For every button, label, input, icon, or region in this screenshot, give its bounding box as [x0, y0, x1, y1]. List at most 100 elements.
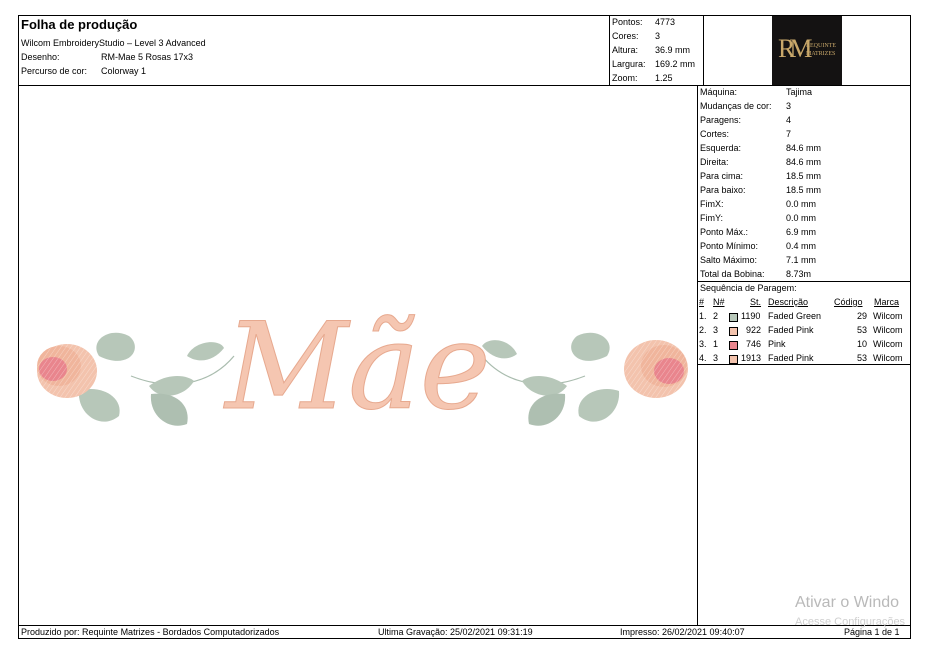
- detail-label: Mudanças de cor:: [700, 101, 772, 111]
- row-brand: Wilcom: [873, 325, 903, 335]
- design-value: RM-Mae 5 Rosas 17x3: [101, 52, 194, 62]
- detail-label: Para cima:: [700, 171, 744, 181]
- row-description: Pink: [768, 339, 786, 349]
- detail-value: 0.0 mm: [786, 199, 817, 209]
- summary-label: Altura:: [612, 45, 639, 55]
- last-saved: Ultima Gravação: 25/02/2021 09:31:19: [378, 627, 533, 637]
- logo-monogram: RM: [778, 34, 813, 63]
- row-code: 53: [857, 325, 868, 335]
- activation-watermark: Ativar o Windo: [795, 594, 900, 611]
- detail-value: 3: [786, 101, 792, 111]
- sequence-row: 1. 2 1190 Faded Green 29 Wilcom: [699, 311, 911, 325]
- row-num: 2.: [699, 325, 707, 335]
- row-n: 3: [713, 353, 719, 363]
- detail-value: 6.9 mm: [786, 227, 817, 237]
- detail-label: Cortes:: [700, 129, 730, 139]
- detail-value: 18.5 mm: [786, 185, 822, 195]
- design-preview: Mãe: [37, 298, 688, 438]
- logo-line: REQUINTE: [806, 43, 836, 49]
- software-name: Wilcom EmbroideryStudio – Level 3 Advanc…: [21, 38, 206, 48]
- sequence-divider: [697, 281, 911, 282]
- detail-label: Esquerda:: [700, 143, 742, 153]
- detail-label: Paragens:: [700, 115, 742, 125]
- details-divider: [697, 85, 698, 625]
- summary-label: Zoom:: [612, 73, 638, 83]
- row-num: 1.: [699, 311, 707, 321]
- activation-watermark-subtitle: Acesse Configurações: [795, 616, 906, 628]
- summary-label: Cores:: [612, 31, 639, 41]
- logo-divider: [703, 15, 704, 85]
- color-swatch: [729, 355, 738, 364]
- summary-value: 169.2 mm: [655, 59, 696, 69]
- detail-value: 18.5 mm: [786, 171, 822, 181]
- detail-value: 7: [786, 129, 792, 139]
- col-brand: Marca: [874, 297, 900, 307]
- col-n: N#: [713, 297, 725, 307]
- row-st: 922: [746, 325, 762, 335]
- row-num: 3.: [699, 339, 707, 349]
- sequence-row: 4. 3 1913 Faded Pink 53 Wilcom: [699, 353, 911, 367]
- design-lettering: Mãe: [223, 298, 490, 437]
- sheet-title: Folha de produção: [21, 17, 138, 32]
- footer-divider: [18, 625, 911, 626]
- row-st: 1190: [741, 311, 761, 321]
- row-n: 2: [713, 311, 719, 321]
- row-description: Faded Green: [768, 311, 822, 321]
- col-st: St.: [750, 297, 762, 307]
- detail-value: 7.1 mm: [786, 255, 817, 265]
- summary-value: 3: [655, 31, 661, 41]
- summary-label: Largura:: [612, 59, 646, 69]
- col-num: #: [699, 297, 705, 307]
- detail-label: Total da Bobina:: [700, 269, 765, 279]
- design-label: Desenho:: [21, 52, 60, 62]
- detail-label: FimX:: [700, 199, 724, 209]
- row-code: 53: [857, 353, 868, 363]
- detail-label: Máquina:: [700, 87, 738, 97]
- row-description: Faded Pink: [768, 353, 814, 363]
- summary-value: 4773: [655, 17, 676, 27]
- col-description: Descrição: [768, 297, 809, 307]
- detail-value: 4: [786, 115, 792, 125]
- row-description: Faded Pink: [768, 325, 814, 335]
- row-st: 746: [746, 339, 762, 349]
- summary-value: 1.25: [655, 73, 673, 83]
- detail-label: Ponto Mínimo:: [700, 241, 759, 251]
- colorway-value: Colorway 1: [101, 66, 147, 76]
- left-rose: [37, 332, 235, 426]
- row-code: 10: [857, 339, 868, 349]
- page-number: Página 1 de 1: [844, 627, 900, 637]
- detail-label: Para baixo:: [700, 185, 746, 195]
- detail-value: 84.6 mm: [786, 143, 822, 153]
- detail-value: Tajima: [786, 87, 813, 97]
- row-st: 1913: [741, 353, 762, 363]
- detail-value: 8.73m: [786, 269, 812, 279]
- color-swatch: [729, 327, 738, 336]
- colorway-label: Percurso de cor:: [21, 66, 88, 76]
- col-code: Código: [834, 297, 863, 307]
- logo-line: MATRIZES: [806, 51, 836, 57]
- detail-label: Ponto Máx.:: [700, 227, 749, 237]
- color-swatch: [729, 313, 738, 322]
- sequence-row: 2. 3 922 Faded Pink 53 Wilcom: [699, 325, 911, 339]
- produced-by: Produzido por: Requinte Matrizes - Borda…: [21, 627, 280, 637]
- sequence-row: 3. 1 746 Pink 10 Wilcom: [699, 339, 911, 353]
- detail-value: 0.0 mm: [786, 213, 817, 223]
- logo-wordmark: REQUINTE MATRIZES: [806, 42, 836, 58]
- printed-date: Impresso: 26/02/2021 09:40:07: [620, 627, 745, 637]
- summary-divider: [609, 15, 610, 85]
- row-brand: Wilcom: [873, 339, 903, 349]
- detail-value: 84.6 mm: [786, 157, 822, 167]
- detail-label: Salto Máximo:: [700, 255, 758, 265]
- detail-value: 0.4 mm: [786, 241, 817, 251]
- row-brand: Wilcom: [873, 353, 903, 363]
- summary-value: 36.9 mm: [655, 45, 691, 55]
- right-rose: [481, 332, 688, 426]
- color-swatch: [729, 341, 738, 350]
- row-n: 1: [713, 339, 719, 349]
- row-n: 3: [713, 325, 719, 335]
- company-logo: RM REQUINTE MATRIZES: [772, 16, 842, 85]
- row-num: 4.: [699, 353, 707, 363]
- row-brand: Wilcom: [873, 311, 903, 321]
- row-code: 29: [857, 311, 868, 321]
- sequence-title: Sequência de Paragem:: [700, 283, 797, 293]
